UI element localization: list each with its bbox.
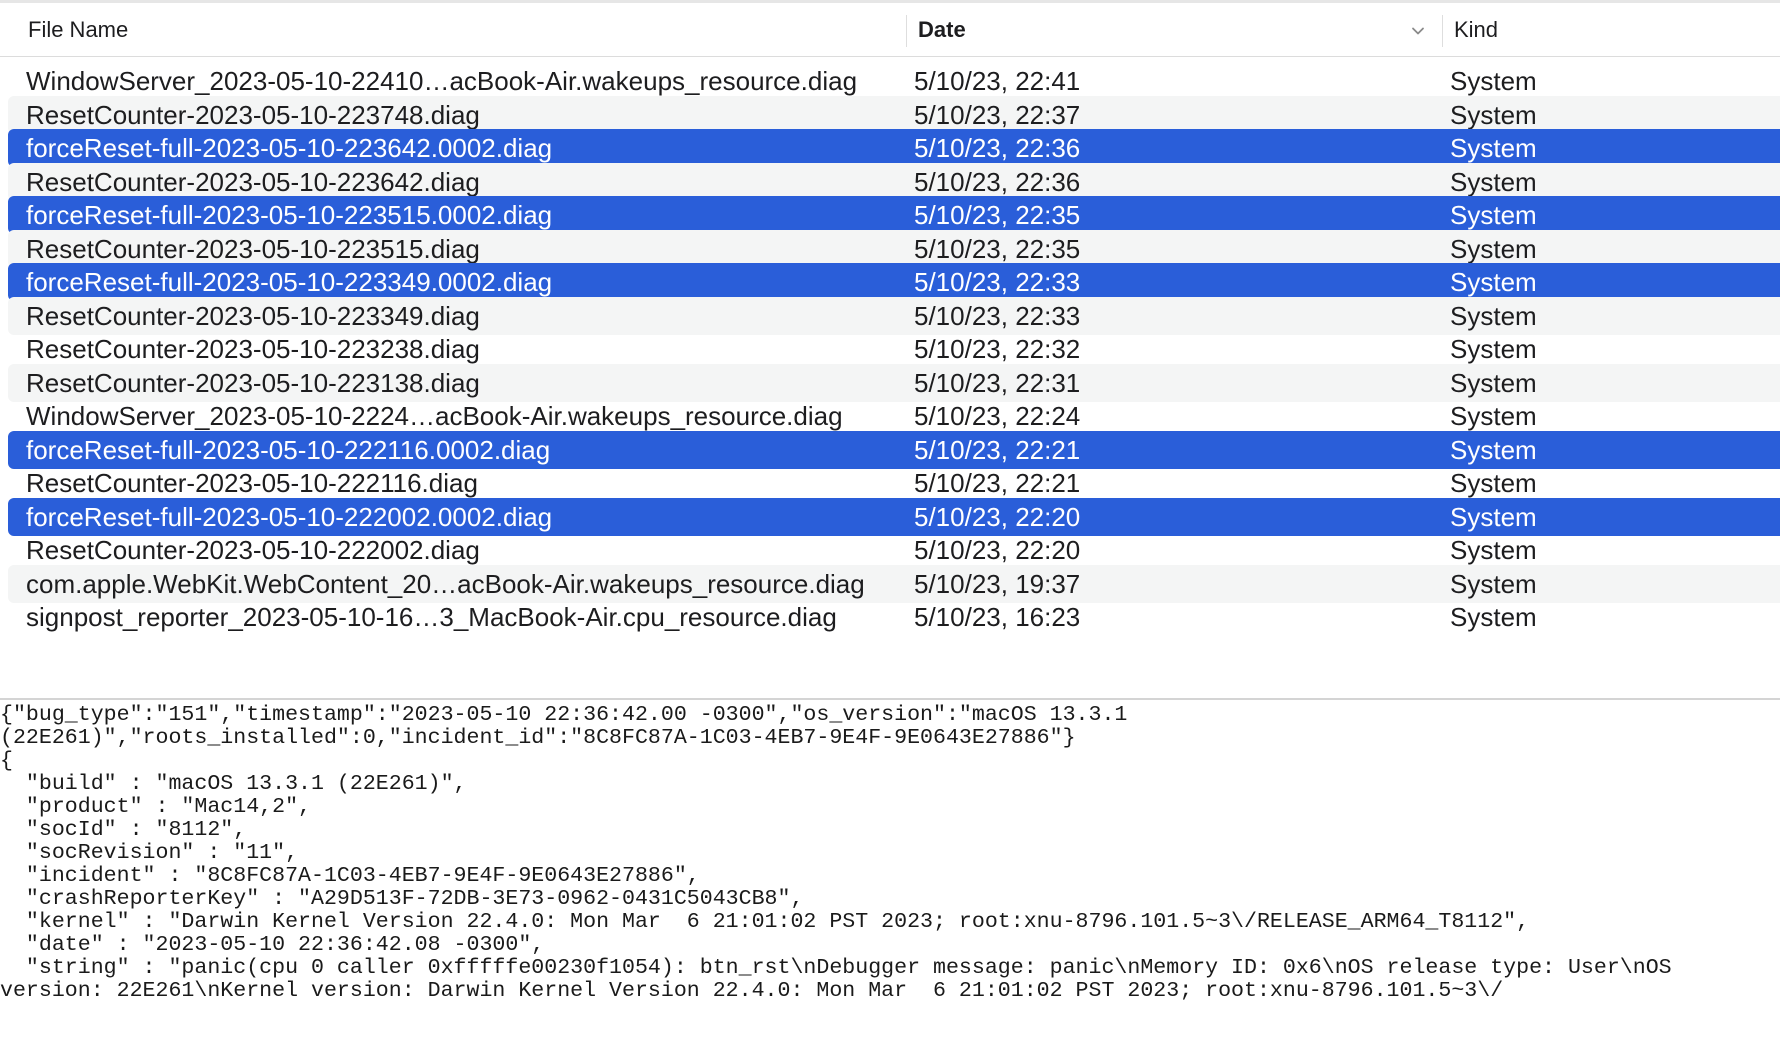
file-content-viewer[interactable]: {"bug_type":"151","timestamp":"2023-05-1…	[0, 700, 1780, 1042]
file-name-cell: WindowServer_2023-05-10-2224…acBook-Air.…	[26, 401, 843, 431]
file-row[interactable]: WindowServer_2023-05-10-22410…acBook-Air…	[8, 62, 1780, 100]
file-row[interactable]: ResetCounter-2023-05-10-222116.diag 5/10/…	[8, 464, 1780, 502]
file-kind-cell: System	[1450, 99, 1537, 130]
file-date-cell: 5/10/23, 22:20	[914, 535, 1081, 565]
file-date-cell: 5/10/23, 22:24	[914, 401, 1081, 431]
file-date-cell: 5/10/23, 22:35	[914, 200, 1081, 230]
file-kind-cell: System	[1450, 200, 1537, 230]
content-line: "incident" : "8C8FC87A-1C03-4EB7-9E4F-9E…	[0, 864, 700, 888]
file-kind-cell: System	[1450, 367, 1537, 398]
file-date-cell: 5/10/23, 22:31	[914, 367, 1081, 398]
column-header-kind[interactable]: Kind	[1454, 3, 1498, 57]
content-line: "kernel" : "Darwin Kernel Version 22.4.0…	[0, 910, 1530, 934]
file-kind-cell: System	[1450, 602, 1537, 632]
file-date-cell: 5/10/23, 22:33	[914, 267, 1081, 297]
file-name-cell: forceReset-full-2023-05-10-223349.0002.d…	[26, 267, 553, 297]
file-name-cell: ResetCounter-2023-05-10-223515.diag	[26, 233, 480, 264]
file-date-cell: 5/10/23, 22:41	[914, 66, 1081, 96]
file-kind-cell: System	[1450, 166, 1537, 197]
file-row[interactable]: signpost_reporter_2023-05-10-16…3_MacBoo…	[8, 598, 1780, 636]
content-line: (22E261)","roots_installed":0,"incident_…	[0, 726, 1076, 750]
file-kind-cell: System	[1450, 267, 1537, 297]
content-line: "socId" : "8112",	[0, 818, 247, 842]
file-name-cell: forceReset-full-2023-05-10-222002.0002.d…	[26, 501, 553, 532]
file-name-cell: ResetCounter-2023-05-10-223748.diag	[26, 99, 480, 130]
file-kind-cell: System	[1450, 468, 1537, 498]
file-date-cell: 5/10/23, 16:23	[914, 602, 1081, 632]
file-kind-cell: System	[1450, 401, 1537, 431]
file-row-selected[interactable]: forceReset-full-2023-05-10-222116.0002.d…	[8, 430, 1780, 469]
file-row[interactable]: ResetCounter-2023-05-10-223138.diag 5/10/…	[8, 363, 1780, 402]
file-list[interactable]: WindowServer_2023-05-10-22410…acBook-Air…	[0, 57, 1780, 698]
file-name-cell: ResetCounter-2023-05-10-223138.diag	[26, 367, 480, 398]
column-divider[interactable]	[1442, 15, 1443, 47]
file-date-cell: 5/10/23, 22:32	[914, 334, 1081, 364]
file-row[interactable]: com.apple.WebKit.WebContent_20…acBook-Ai…	[8, 564, 1780, 603]
content-line: "date" : "2023-05-10 22:36:42.08 -0300",	[0, 933, 545, 957]
file-row[interactable]: ResetCounter-2023-05-10-223238.diag 5/10/…	[8, 330, 1780, 368]
file-name-cell: WindowServer_2023-05-10-22410…acBook-Air…	[26, 66, 858, 96]
file-date-cell: 5/10/23, 19:37	[914, 568, 1081, 599]
file-row-selected[interactable]: forceReset-full-2023-05-10-223349.0002.d…	[8, 263, 1780, 301]
file-date-cell: 5/10/23, 22:21	[914, 468, 1081, 498]
content-line: "crashReporterKey" : "A29D513F-72DB-3E73…	[0, 887, 804, 911]
file-date-cell: 5/10/23, 22:36	[914, 166, 1081, 197]
file-name-cell: com.apple.WebKit.WebContent_20…acBook-Ai…	[26, 568, 865, 599]
column-header-date[interactable]: Date	[918, 3, 966, 57]
file-kind-cell: System	[1450, 501, 1537, 532]
column-divider[interactable]	[906, 15, 907, 47]
file-row[interactable]: ResetCounter-2023-05-10-223349.diag 5/10/…	[8, 296, 1780, 335]
file-kind-cell: System	[1450, 568, 1537, 599]
file-name-cell: forceReset-full-2023-05-10-223642.0002.d…	[26, 133, 553, 163]
file-row[interactable]: ResetCounter-2023-05-10-223642.diag 5/10/…	[8, 162, 1780, 201]
content-line: "build" : "macOS 13.3.1 (22E261)",	[0, 772, 467, 796]
file-kind-cell: System	[1450, 233, 1537, 264]
file-list-header: File Name Date Kind	[0, 3, 1780, 57]
file-kind-cell: System	[1450, 535, 1537, 565]
file-row-selected[interactable]: forceReset-full-2023-05-10-223642.0002.d…	[8, 129, 1780, 167]
file-kind-cell: System	[1450, 66, 1537, 96]
file-row-selected[interactable]: forceReset-full-2023-05-10-222002.0002.d…	[8, 497, 1780, 536]
file-row[interactable]: ResetCounter-2023-05-10-222002.diag 5/10/…	[8, 531, 1780, 569]
file-kind-cell: System	[1450, 434, 1537, 465]
chevron-down-icon[interactable]	[1410, 23, 1426, 39]
file-date-cell: 5/10/23, 22:36	[914, 133, 1081, 163]
file-name-cell: ResetCounter-2023-05-10-222002.diag	[26, 535, 480, 565]
file-date-cell: 5/10/23, 22:21	[914, 434, 1081, 465]
file-kind-cell: System	[1450, 300, 1537, 331]
file-row[interactable]: ResetCounter-2023-05-10-223748.diag 5/10/…	[8, 95, 1780, 134]
file-kind-cell: System	[1450, 133, 1537, 163]
file-date-cell: 5/10/23, 22:33	[914, 300, 1081, 331]
content-line: "product" : "Mac14,2",	[0, 795, 312, 819]
file-name-cell: ResetCounter-2023-05-10-222116.diag	[26, 468, 478, 498]
content-line: {	[0, 749, 13, 773]
column-header-file-name[interactable]: File Name	[28, 3, 128, 57]
file-name-cell: forceReset-full-2023-05-10-223515.0002.d…	[26, 200, 553, 230]
file-name-cell: ResetCounter-2023-05-10-223349.diag	[26, 300, 480, 331]
content-line: {"bug_type":"151","timestamp":"2023-05-1…	[0, 703, 1128, 727]
file-name-cell: ResetCounter-2023-05-10-223238.diag	[26, 334, 480, 364]
content-line: "string" : "panic(cpu 0 caller 0xfffffe0…	[0, 956, 1672, 980]
file-kind-cell: System	[1450, 334, 1537, 364]
file-name-cell: forceReset-full-2023-05-10-222116.0002.d…	[26, 434, 551, 465]
file-name-cell: ResetCounter-2023-05-10-223642.diag	[26, 166, 480, 197]
content-line: "socRevision" : "11",	[0, 841, 299, 865]
file-row-selected[interactable]: forceReset-full-2023-05-10-223515.0002.d…	[8, 196, 1780, 234]
content-line: version: 22E261\nKernel version: Darwin …	[0, 979, 1504, 1003]
file-row[interactable]: WindowServer_2023-05-10-2224…acBook-Air.…	[8, 397, 1780, 435]
file-date-cell: 5/10/23, 22:37	[914, 99, 1081, 130]
file-name-cell: signpost_reporter_2023-05-10-16…3_MacBoo…	[26, 602, 837, 632]
file-row[interactable]: ResetCounter-2023-05-10-223515.diag 5/10/…	[8, 229, 1780, 268]
file-date-cell: 5/10/23, 22:35	[914, 233, 1081, 264]
file-date-cell: 5/10/23, 22:20	[914, 501, 1081, 532]
file-content-text: {"bug_type":"151","timestamp":"2023-05-1…	[0, 700, 1780, 1003]
